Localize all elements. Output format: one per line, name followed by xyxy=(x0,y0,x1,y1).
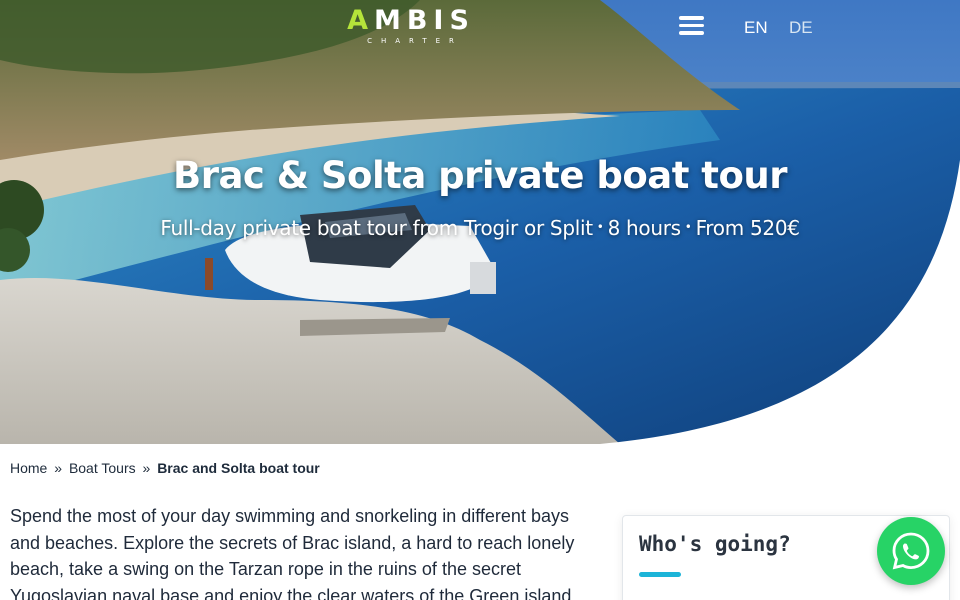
breadcrumb-boat-tours-link[interactable]: Boat Tours xyxy=(69,460,136,476)
tour-price: From 520€ xyxy=(695,216,800,240)
page-title: Brac & Solta private boat tour xyxy=(173,154,787,197)
top-navigation: AMBIS CHARTER EN DE xyxy=(0,0,960,56)
tour-description: Full-day private boat tour from Trogir o… xyxy=(160,216,593,240)
logo-wordmark: AMBIS xyxy=(336,6,486,36)
breadcrumb-separator: » xyxy=(54,460,63,476)
language-de-link[interactable]: DE xyxy=(789,18,813,38)
breadcrumb-separator: » xyxy=(142,460,151,476)
tour-duration: 8 hours xyxy=(607,216,682,240)
hamburger-icon[interactable] xyxy=(679,16,704,36)
brand-logo[interactable]: AMBIS CHARTER xyxy=(336,6,486,48)
whatsapp-button[interactable] xyxy=(877,517,945,585)
hero-banner: AMBIS CHARTER EN DE Brac & Solta private… xyxy=(0,0,960,444)
whatsapp-icon xyxy=(892,532,930,570)
separator-dot: • xyxy=(596,220,604,234)
breadcrumb-home-link[interactable]: Home xyxy=(10,460,47,476)
logo-tagline: CHARTER xyxy=(367,37,463,45)
logo-accent-letter: A xyxy=(347,5,374,36)
booking-card-title: Who's going? xyxy=(639,532,791,556)
hero-subtitle: Full-day private boat tour from Trogir o… xyxy=(0,216,960,240)
separator-dot: • xyxy=(684,220,692,234)
tour-intro-text: Spend the most of your day swimming and … xyxy=(10,506,575,600)
breadcrumb-current: Brac and Solta boat tour xyxy=(157,460,320,476)
logo-wordmark-rest: MBIS xyxy=(373,5,475,36)
breadcrumb: Home » Boat Tours » Brac and Solta boat … xyxy=(10,460,320,476)
title-underline xyxy=(639,572,681,577)
language-en-link[interactable]: EN xyxy=(744,18,768,38)
